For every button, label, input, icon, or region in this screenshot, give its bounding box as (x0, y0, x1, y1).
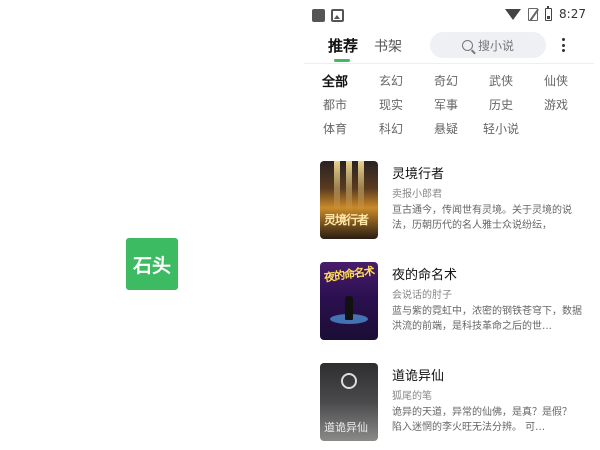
search-placeholder: 搜小说 (477, 38, 514, 53)
category-all[interactable]: 全部 (322, 71, 348, 90)
category-item[interactable]: 科幻 (379, 120, 403, 137)
category-item[interactable]: 仙侠 (544, 72, 568, 89)
cover-title: 夜的命名术 (323, 264, 375, 285)
category-item[interactable]: 奇幻 (434, 72, 458, 89)
book-item[interactable]: 道诡异仙 道诡异仙 狐尾的笔 诡异的天道，异常的仙佛，是真？是假？ 陷入迷惘的李… (304, 363, 594, 450)
search-icon (461, 39, 473, 51)
notification-square-icon (312, 9, 325, 22)
category-item[interactable]: 玄幻 (379, 72, 403, 89)
search-input[interactable]: 搜小说 (430, 32, 546, 58)
wifi-icon (505, 8, 522, 20)
book-cover: 道诡异仙 (320, 363, 378, 441)
book-title: 灵境行者 (392, 167, 445, 182)
category-item[interactable]: 轻小说 (483, 120, 519, 137)
category-item[interactable]: 现实 (379, 96, 403, 113)
category-item[interactable]: 都市 (323, 96, 347, 113)
battery-icon (545, 5, 553, 21)
category-item[interactable]: 体育 (323, 120, 347, 137)
book-author: 卖报小郎君 (392, 189, 442, 200)
more-vert-icon[interactable] (561, 38, 565, 52)
active-tab-indicator (334, 59, 350, 62)
book-author: 狐尾的笔 (392, 391, 432, 402)
category-item[interactable]: 游戏 (544, 96, 568, 113)
no-sim-icon (528, 7, 539, 21)
book-author: 会说话的肘子 (392, 290, 452, 301)
book-item[interactable]: 夜的命名术 夜的命名术 会说话的肘子 蓝与紫的霓虹中，浓密的钢铁苍穹下，数据洪流… (304, 262, 594, 354)
cover-title: 灵境行者 (324, 213, 369, 227)
book-cover: 夜的命名术 (320, 262, 378, 340)
top-tabs: 推荐 书架 搜小说 (304, 32, 594, 64)
category-item[interactable]: 军事 (434, 96, 458, 113)
book-cover: 灵境行者 (320, 161, 378, 239)
category-item[interactable]: 武侠 (489, 72, 513, 89)
app-logo: 石头 (126, 238, 178, 290)
status-bar: 8:27 (304, 0, 594, 32)
book-description: 亘古通今，传闻世有灵境。关于灵境的说法，历朝历代的名人雅士众说纷纭， (392, 205, 572, 231)
book-description: 蓝与紫的霓虹中，浓密的钢铁苍穹下，数据洪流的前端，是科技革命之后的世… (392, 306, 582, 332)
status-time: 8:27 (559, 7, 586, 21)
book-title: 道诡异仙 (392, 369, 445, 384)
category-item[interactable]: 历史 (489, 96, 513, 113)
tab-recommend[interactable]: 推荐 (328, 35, 358, 56)
image-icon (331, 9, 344, 22)
tab-bookshelf[interactable]: 书架 (374, 36, 402, 56)
book-item[interactable]: 灵境行者 灵境行者 卖报小郎君 亘古通今，传闻世有灵境。关于灵境的说法，历朝历代… (304, 161, 594, 253)
header-divider (304, 63, 594, 64)
book-description: 诡异的天道，异常的仙佛，是真？是假？ 陷入迷惘的李火旺无法分辨。 可… (392, 407, 572, 433)
cover-title: 道诡异仙 (324, 421, 368, 434)
category-item[interactable]: 悬疑 (434, 120, 458, 137)
app-screen: 8:27 推荐 书架 搜小说 全部 玄幻 奇幻 武侠 仙侠 都市 现实 军事 历… (304, 0, 594, 450)
book-title: 夜的命名术 (392, 268, 458, 283)
splash-panel: 石头 (0, 0, 304, 450)
